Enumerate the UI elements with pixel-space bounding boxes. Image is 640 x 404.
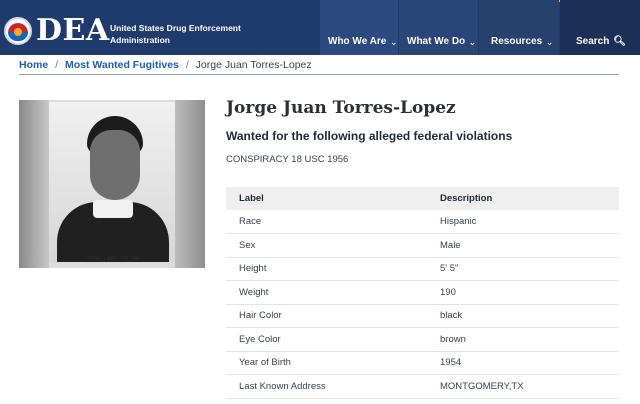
table-row: Sex Male <box>226 233 619 258</box>
breadcrumb-separator: / <box>55 59 59 71</box>
row-label: Last Known Address <box>226 374 427 399</box>
row-label: Hair Color <box>226 304 427 328</box>
photo-caption: "TIRAY LONG" TOP TOM <box>84 257 140 262</box>
nav-resources[interactable]: Resources ⌄ <box>479 0 559 55</box>
breadcrumb: Home / Most Wanted Fugitives / Jorge Jua… <box>19 59 312 71</box>
nav-label: Search <box>576 36 610 47</box>
row-label: Sex <box>226 233 427 258</box>
column-header-description: Description <box>427 187 619 210</box>
table-row: Last Known Address MONTGOMERY,TX <box>226 374 619 399</box>
table-row: Hair Color black <box>226 304 619 328</box>
table-header-row: Label Description <box>226 187 619 210</box>
chevron-down-icon: ⌄ <box>390 38 398 47</box>
nav-label: Who We Are <box>328 36 387 47</box>
chevron-down-icon: ⌄ <box>469 38 476 47</box>
breadcrumb-divider <box>19 74 619 75</box>
row-label: Eye Color <box>226 327 427 352</box>
dea-logo[interactable]: DEA <box>4 16 110 46</box>
row-value: brown <box>427 327 619 352</box>
wanted-heading: Wanted for the following alleged federal… <box>226 129 513 143</box>
fugitive-photo: "TIRAY LONG" TOP TOM <box>19 100 205 268</box>
table-row: Height 5' 5" <box>226 257 619 281</box>
nav-what-we-do[interactable]: What We Do ⌄ <box>399 0 478 55</box>
nav-who-we-are[interactable]: Who We Are ⌄ <box>320 0 398 55</box>
row-value: black <box>427 304 619 328</box>
column-header-label: Label <box>226 187 427 210</box>
breadcrumb-current: Jorge Juan Torres-Lopez <box>195 59 312 71</box>
search-icon: 🔍︎ <box>613 36 627 47</box>
mugshot-image: "TIRAY LONG" TOP TOM <box>49 102 175 262</box>
fugitive-name: Jorge Juan Torres-Lopez <box>226 98 456 118</box>
row-value: 1954 <box>427 351 619 375</box>
row-label: Year of Birth <box>226 351 427 375</box>
nav-label: What We Do <box>407 36 466 47</box>
table-row: Year of Birth 1954 <box>226 351 619 375</box>
breadcrumb-separator: / <box>185 59 189 71</box>
row-label: Weight <box>226 280 427 305</box>
table-row: Race Hispanic <box>226 210 619 234</box>
agency-name: United States Drug Enforcement Administr… <box>110 22 241 46</box>
row-label: Race <box>226 210 427 234</box>
logo-text: DEA <box>36 13 110 48</box>
fugitive-details-table: Label Description Race Hispanic Sex Male… <box>226 187 619 399</box>
charges-text: CONSPIRACY 18 USC 1956 <box>226 154 349 165</box>
table-row: Weight 190 <box>226 280 619 305</box>
row-value: MONTGOMERY,TX <box>427 374 619 399</box>
row-value: Hispanic <box>427 210 619 234</box>
breadcrumb-home[interactable]: Home <box>19 59 48 71</box>
chevron-down-icon: ⌄ <box>546 38 553 47</box>
row-label: Height <box>226 257 427 281</box>
row-value: Male <box>427 233 619 258</box>
agency-line-2: Administration <box>110 35 170 45</box>
nav-label: Resources <box>491 36 543 47</box>
row-value: 5' 5" <box>427 257 619 281</box>
table-row: Eye Color brown <box>226 327 619 352</box>
site-header: DEA United States Drug Enforcement Admin… <box>0 0 640 55</box>
row-value: 190 <box>427 280 619 305</box>
dea-seal-icon <box>4 17 32 45</box>
agency-line-1: United States Drug Enforcement <box>110 23 241 33</box>
nav-search[interactable]: Search 🔍︎ <box>560 0 640 55</box>
breadcrumb-most-wanted[interactable]: Most Wanted Fugitives <box>65 59 179 71</box>
